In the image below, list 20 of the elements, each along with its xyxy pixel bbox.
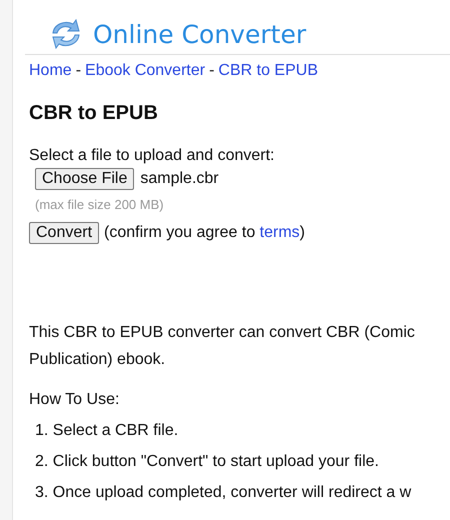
site-title[interactable]: Online Converter [93,20,306,48]
agree-text: (confirm you agree to terms) [104,224,305,242]
step-text: 3. Once upload completed, converter will redirect a w [35,484,412,502]
convert-button[interactable]: Convert [29,222,100,244]
description-text: This CBR to EPUB converter can convert CBR (Comic [29,324,416,342]
step-text: 1. Select a CBR file. [35,422,180,440]
terms-link[interactable]: terms [260,224,300,241]
page-heading: CBR to EPUB [29,102,159,125]
file-size-note: (max file size 200 MB) [35,197,165,212]
breadcrumb-link[interactable]: Ebook Converter [85,62,206,80]
breadcrumb-link[interactable]: Home [29,62,72,80]
choose-file-button[interactable]: Choose File [35,168,134,190]
breadcrumb-separator: - [209,62,214,80]
breadcrumb-separator: - [76,62,82,80]
description-text: Publication) ebook. [29,351,166,369]
file-name: sample.cbr [140,170,219,188]
step-text: 2. Click button "Convert" to start upload your file. [35,453,380,471]
breadcrumb-link[interactable]: CBR to EPUB [218,62,318,80]
upload-prompt: Select a file to upload and convert: [29,147,276,165]
how-to-title: How To Use: [29,391,120,409]
